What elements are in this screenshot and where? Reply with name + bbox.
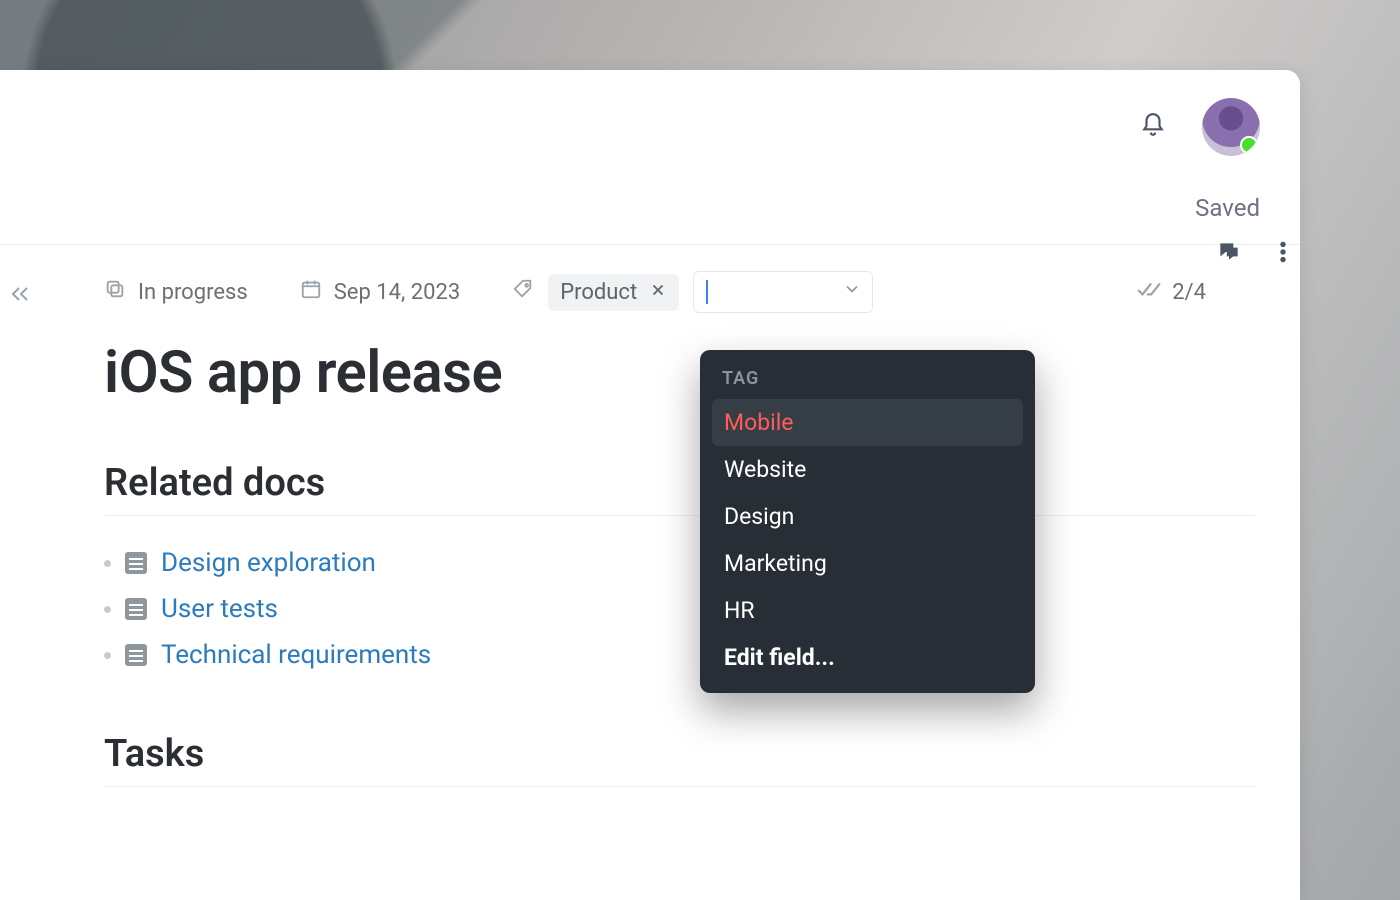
dropdown-item-marketing[interactable]: Marketing	[712, 540, 1023, 587]
tag-chip-label: Product	[560, 280, 637, 305]
section-related-docs: Related docs	[104, 461, 1256, 516]
document-card: Saved In progress Sep	[0, 70, 1300, 900]
tag-field: Product	[512, 271, 873, 313]
document-icon	[125, 598, 147, 620]
collapse-sidebar-icon[interactable]	[8, 282, 32, 310]
document-icon	[125, 644, 147, 666]
date-field[interactable]: Sep 14, 2023	[300, 278, 461, 306]
doc-link[interactable]: Technical requirements	[161, 640, 431, 670]
dropdown-item-mobile[interactable]: Mobile	[712, 399, 1023, 446]
date-label: Sep 14, 2023	[334, 280, 461, 305]
list-item[interactable]: Technical requirements	[104, 632, 1256, 678]
checklist-count: 2/4	[1172, 280, 1206, 305]
meta-row: In progress Sep 14, 2023 Product	[104, 271, 1256, 313]
double-check-icon	[1136, 276, 1162, 308]
dropdown-item-hr[interactable]: HR	[712, 587, 1023, 634]
row-actions	[1216, 239, 1296, 269]
list-item[interactable]: Design exploration	[104, 540, 1256, 586]
document-icon	[125, 552, 147, 574]
status-label: In progress	[138, 280, 248, 305]
notifications-icon[interactable]	[1140, 112, 1166, 142]
topbar: Saved	[0, 70, 1300, 245]
doc-link[interactable]: User tests	[161, 594, 278, 624]
dropdown-item-website[interactable]: Website	[712, 446, 1023, 493]
more-icon[interactable]	[1270, 239, 1296, 269]
tag-input[interactable]	[693, 271, 873, 313]
chevron-down-icon[interactable]	[842, 279, 862, 305]
tag-icon	[512, 278, 534, 306]
section-tasks: Tasks	[104, 732, 1256, 787]
calendar-icon	[300, 278, 322, 306]
remove-tag-icon[interactable]	[649, 280, 667, 305]
tag-chip[interactable]: Product	[548, 274, 679, 311]
bullet-icon	[104, 560, 111, 567]
related-docs-list: Design exploration User tests Technical …	[104, 540, 1256, 678]
checklist-progress[interactable]: 2/4	[1136, 276, 1206, 308]
bullet-icon	[104, 652, 111, 659]
tag-dropdown: TAG Mobile Website Design Marketing HR E…	[700, 350, 1035, 693]
avatar[interactable]	[1202, 98, 1260, 156]
doc-link[interactable]: Design exploration	[161, 548, 376, 578]
dropdown-edit-field[interactable]: Edit field...	[712, 634, 1023, 681]
document-content: In progress Sep 14, 2023 Product	[60, 245, 1300, 900]
text-caret	[706, 280, 708, 304]
dropdown-item-design[interactable]: Design	[712, 493, 1023, 540]
dropdown-label: TAG	[712, 366, 1023, 399]
list-item[interactable]: User tests	[104, 586, 1256, 632]
save-status: Saved	[1195, 194, 1260, 222]
page-title[interactable]: iOS app release	[104, 339, 1256, 407]
comments-icon[interactable]	[1216, 239, 1242, 269]
bullet-icon	[104, 606, 111, 613]
status-field[interactable]: In progress	[104, 278, 248, 306]
status-icon	[104, 278, 126, 306]
